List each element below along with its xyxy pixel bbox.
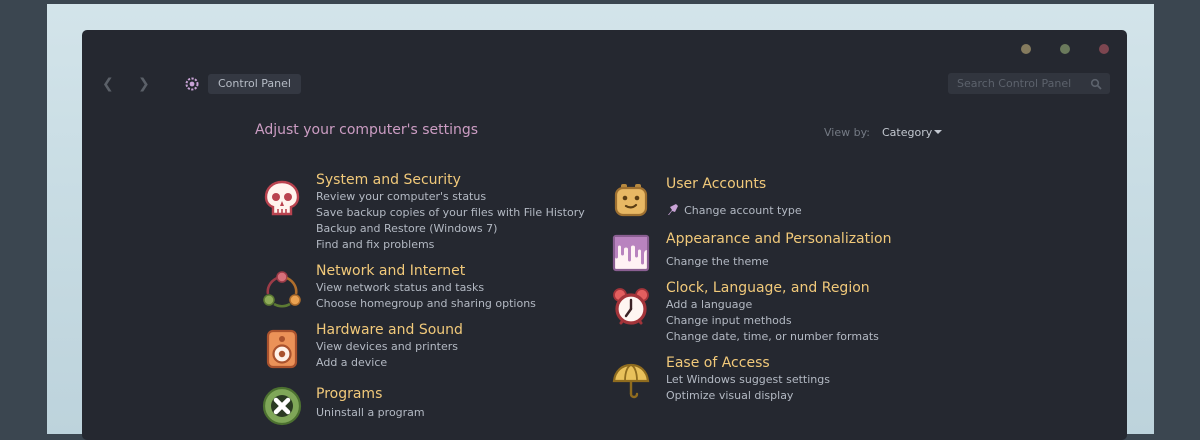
page-title: Adjust your computer's settings: [255, 122, 479, 138]
category-programs: Programs Uninstall a program: [316, 386, 425, 421]
close-button[interactable]: [1099, 44, 1109, 54]
category-title[interactable]: Programs: [316, 386, 425, 403]
category-system-and-security: System and Security Review your computer…: [316, 172, 585, 253]
back-arrow-icon[interactable]: ❮: [102, 76, 114, 92]
minimize-button[interactable]: [1021, 44, 1031, 54]
category-user-accounts: User Accounts Change account type: [666, 176, 802, 219]
task-link[interactable]: Add a device: [316, 355, 463, 371]
control-panel-window: ❮ ❯ Control Panel Adjust your computer's…: [82, 30, 1127, 440]
user-face-icon[interactable]: [611, 179, 651, 219]
task-link[interactable]: Review your computer's status: [316, 189, 585, 205]
category-title[interactable]: System and Security: [316, 172, 585, 189]
task-link[interactable]: Optimize visual display: [666, 388, 830, 404]
category-title[interactable]: Hardware and Sound: [316, 322, 463, 339]
category-clock-language-and-region: Clock, Language, and Region Add a langua…: [666, 280, 879, 345]
paint-drip-icon[interactable]: [611, 233, 651, 273]
admin-shield-icon: [668, 204, 678, 215]
category-title[interactable]: Appearance and Personalization: [666, 231, 891, 248]
task-link[interactable]: Change date, time, or number formats: [666, 329, 879, 345]
change-account-type-row: Change account type: [666, 199, 802, 219]
category-hardware-and-sound: Hardware and Sound View devices and prin…: [316, 322, 463, 371]
category-title[interactable]: Ease of Access: [666, 355, 830, 372]
task-link[interactable]: View network status and tasks: [316, 280, 536, 296]
forward-arrow-icon[interactable]: ❯: [138, 76, 150, 92]
category-title[interactable]: User Accounts: [666, 176, 802, 193]
task-link[interactable]: View devices and printers: [316, 339, 463, 355]
chevron-down-icon[interactable]: [934, 130, 942, 134]
task-link[interactable]: Change input methods: [666, 313, 879, 329]
view-by-dropdown[interactable]: Category: [882, 126, 932, 139]
category-appearance-and-personalization: Appearance and Personalization Change th…: [666, 231, 891, 270]
task-link[interactable]: Save backup copies of your files with Fi…: [316, 205, 585, 221]
umbrella-icon[interactable]: [611, 361, 651, 401]
task-link[interactable]: Add a language: [666, 297, 879, 313]
breadcrumb[interactable]: Control Panel: [208, 74, 301, 94]
task-link[interactable]: Let Windows suggest settings: [666, 372, 830, 388]
search-icon[interactable]: [1090, 78, 1102, 90]
category-ease-of-access: Ease of Access Let Windows suggest setti…: [666, 355, 830, 404]
alarm-clock-icon[interactable]: [611, 287, 651, 327]
category-network-and-internet: Network and Internet View network status…: [316, 263, 536, 312]
search-input[interactable]: [948, 73, 1110, 94]
task-link[interactable]: Find and fix problems: [316, 237, 585, 253]
maximize-button[interactable]: [1060, 44, 1070, 54]
task-link[interactable]: Change account type: [684, 204, 802, 217]
programs-icon[interactable]: [262, 386, 302, 426]
task-link[interactable]: Uninstall a program: [316, 405, 425, 421]
network-icon[interactable]: [262, 270, 302, 310]
view-by-label: View by:: [824, 126, 870, 139]
task-link[interactable]: Choose homegroup and sharing options: [316, 296, 536, 312]
category-title[interactable]: Clock, Language, and Region: [666, 280, 879, 297]
task-link[interactable]: Change the theme: [666, 254, 891, 270]
skull-icon[interactable]: [262, 179, 302, 219]
category-title[interactable]: Network and Internet: [316, 263, 536, 280]
task-link[interactable]: Backup and Restore (Windows 7): [316, 221, 585, 237]
control-panel-icon: [185, 77, 199, 91]
speaker-icon[interactable]: [262, 329, 302, 369]
